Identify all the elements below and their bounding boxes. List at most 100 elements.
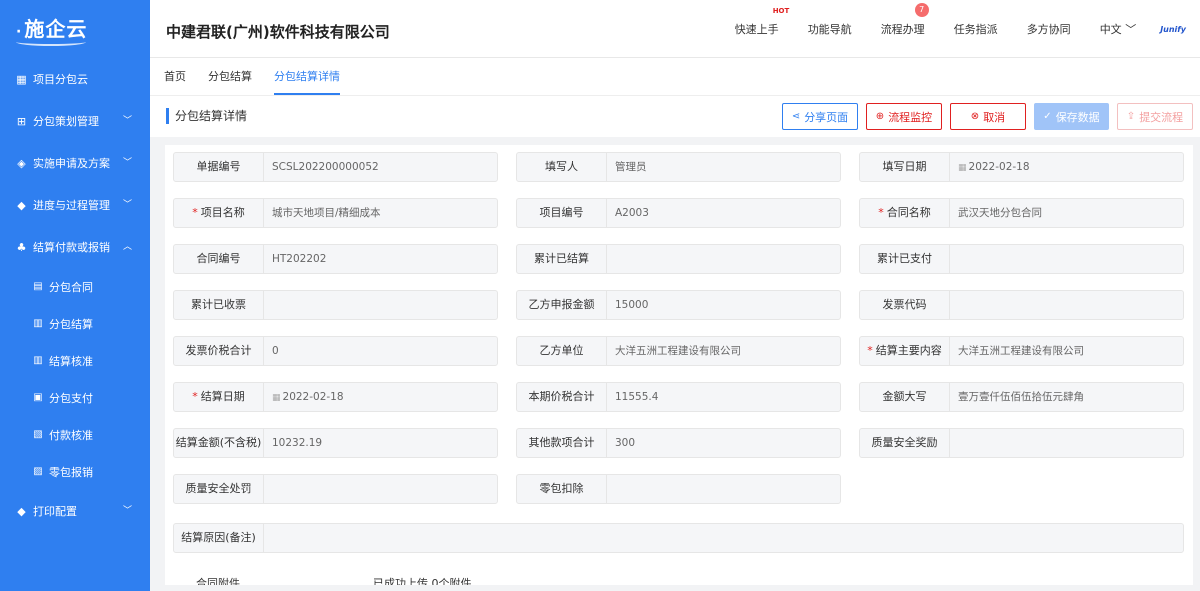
form-field[interactable]: * 合同名称 武汉天地分包合同 <box>859 198 1184 228</box>
logo-text: 施企云 <box>24 16 88 41</box>
org-icon: ♣ <box>16 240 27 254</box>
sidebar-subitem-4[interactable]: ▧ 付款核准 <box>0 416 150 453</box>
upload-icon: ⇪ <box>1126 111 1136 122</box>
quick-start-link[interactable]: 快速上手 HOT <box>735 7 790 37</box>
field-label: 发票代码 <box>860 291 950 319</box>
hot-badge: HOT <box>772 7 790 15</box>
sidebar-item-2[interactable]: ◈ 实施申请及方案 ﹀ <box>0 142 150 184</box>
form-field[interactable]: 乙方单位 大洋五洲工程建设有限公司 <box>516 336 841 366</box>
field-label: 填写日期 <box>860 153 950 181</box>
field-value: 0 <box>272 345 279 357</box>
form-field[interactable]: 结算金额(不含税) 10232.19 <box>173 428 498 458</box>
monitor-button[interactable]: ⊕ 流程监控 <box>866 103 942 130</box>
required-mark: * <box>867 344 873 357</box>
form-field[interactable]: 本期价税合计 11555.4 <box>516 382 841 412</box>
form-field[interactable]: * 结算主要内容 大洋五洲工程建设有限公司 <box>859 336 1184 366</box>
calendar-icon: ▦ <box>958 163 967 173</box>
sidebar-subitem-1[interactable]: ▥ 分包结算 <box>0 305 150 342</box>
field-label: 金额大写 <box>860 383 950 411</box>
form-field[interactable]: 填写人 管理员 <box>516 152 841 182</box>
chevron-icon: ︿ <box>122 242 132 252</box>
form-panel: 单据编号 SCSL202200000052 填写人 管理员 填写日期 ▦ 2022-02-1… <box>165 145 1193 585</box>
form-field[interactable]: 金额大写 壹万壹仟伍佰伍拾伍元肆角 <box>859 382 1184 412</box>
field-value: SCSL202200000052 <box>272 161 379 173</box>
sidebar-subitem-label: 分包支付 <box>49 391 93 405</box>
check-circle-icon: ✓ <box>1043 111 1052 122</box>
sidebar-subitem-0[interactable]: ▤ 分包合同 <box>0 268 150 305</box>
sidebar-subitem-label: 分包合同 <box>49 280 93 294</box>
form-field[interactable]: 单据编号 SCSL202200000052 <box>173 152 498 182</box>
form-field[interactable]: 质量安全奖励 <box>859 428 1184 458</box>
sidebar-item-3[interactable]: ◆ 进度与过程管理 ﹀ <box>0 184 150 226</box>
language-select[interactable]: 中文 ﹀ <box>1100 21 1137 37</box>
task-link[interactable]: 任务指派 <box>954 21 998 37</box>
layers-icon: ◆ <box>17 504 26 518</box>
field-label: 填写人 <box>517 153 607 181</box>
close-circle-icon: ⊗ <box>970 111 980 122</box>
sidebar-subitem-5[interactable]: ▨ 零包报销 <box>0 453 150 490</box>
sidebar-subitem-3[interactable]: ▣ 分包支付 <box>0 379 150 416</box>
pay-icon: ▣ <box>33 392 43 403</box>
form-row: * 结算日期 ▦ 2022-02-18 本期价税合计 11555.4 金额大写 壹万壹仟伍佰伍… <box>173 382 1193 412</box>
doc-icon: ▤ <box>33 281 43 292</box>
form-field[interactable]: * 项目名称 城市天地项目/精细成本 <box>173 198 498 228</box>
tab-settlement[interactable]: 分包结算 <box>208 58 252 95</box>
target-icon: ⊕ <box>875 111 885 122</box>
form-field[interactable]: 累计已支付 <box>859 244 1184 274</box>
form-field[interactable]: 项目编号 A2003 <box>516 198 841 228</box>
sidebar-item-label: 打印配置 <box>33 505 77 518</box>
form-field[interactable]: 零包扣除 <box>516 474 841 504</box>
company-name: 中建君联(广州)软件科技有限公司 <box>166 23 390 41</box>
field-value: 壹万壹仟伍佰伍拾伍元肆角 <box>958 391 1084 403</box>
form-field[interactable]: 发票代码 <box>859 290 1184 320</box>
field-label: * 项目名称 <box>174 199 264 227</box>
sidebar-item-label: 实施申请及方案 <box>33 157 110 170</box>
grid-icon: ▦ <box>16 72 27 86</box>
form-field[interactable]: 质量安全处罚 <box>173 474 498 504</box>
field-label: * 结算主要内容 <box>860 337 950 365</box>
func-nav-link[interactable]: 功能导航 <box>808 21 852 37</box>
stack-icon: ▥ <box>33 355 43 366</box>
tab-bar: 首页 分包结算 分包结算详情 <box>150 58 1200 95</box>
tab-home[interactable]: 首页 <box>164 58 186 95</box>
share-button[interactable]: ⋖ 分享页面 <box>782 103 858 130</box>
field-label: 发票价税合计 <box>174 337 264 365</box>
form-field[interactable]: * 结算日期 ▦ 2022-02-18 <box>173 382 498 412</box>
attach-status: 已成功上传 0个附件 <box>373 577 472 585</box>
field-value: ▦ 2022-02-18 <box>958 161 1030 173</box>
flow-link[interactable]: 流程办理 7 <box>881 3 929 37</box>
sidebar-item-label: 结算付款或报销 <box>33 241 110 254</box>
form-field[interactable]: 累计已收票 <box>173 290 498 320</box>
save-button[interactable]: ✓ 保存数据 <box>1034 103 1109 130</box>
form-field[interactable]: 填写日期 ▦ 2022-02-18 <box>859 152 1184 182</box>
sidebar-item-4[interactable]: ♣ 结算付款或报销 ︿ <box>0 226 150 268</box>
field-label: 其他款项合计 <box>517 429 607 457</box>
sidebar-subitem-label: 分包结算 <box>49 317 93 331</box>
field-value <box>950 429 1183 457</box>
field-label: * 结算日期 <box>174 383 264 411</box>
submit-button[interactable]: ⇪ 提交流程 <box>1117 103 1193 130</box>
cancel-button[interactable]: ⊗ 取消 <box>950 103 1026 130</box>
sidebar-item-label: 分包策划管理 <box>33 115 99 128</box>
tab-settlement-detail[interactable]: 分包结算详情 <box>274 58 340 95</box>
sidebar-item-0[interactable]: ▦ 项目分包云 <box>0 58 150 100</box>
collab-link[interactable]: 多方协同 <box>1027 21 1071 37</box>
form-field[interactable]: 累计已结算 <box>516 244 841 274</box>
field-label: 累计已收票 <box>174 291 264 319</box>
form-row-remark: 结算原因(备注) <box>173 523 1193 553</box>
sidebar-subitem-2[interactable]: ▥ 结算核准 <box>0 342 150 379</box>
sidebar-item-1[interactable]: ⊞ 分包策划管理 ﹀ <box>0 100 150 142</box>
form-row: 结算金额(不含税) 10232.19 其他款项合计 300 质量安全奖励 <box>173 428 1193 458</box>
form-field[interactable]: 其他款项合计 300 <box>516 428 841 458</box>
sidebar-item-print[interactable]: ◆ 打印配置 ﹀ <box>0 490 150 532</box>
field-value: HT202202 <box>272 253 327 265</box>
form-field[interactable]: 发票价税合计 0 <box>173 336 498 366</box>
form-field[interactable]: 合同编号 HT202202 <box>173 244 498 274</box>
field-value: 城市天地项目/精细成本 <box>272 207 381 219</box>
form-field[interactable]: 乙方申报金额 15000 <box>516 290 841 320</box>
required-mark: * <box>192 390 198 403</box>
field-value <box>264 475 497 503</box>
remark-field[interactable]: 结算原因(备注) <box>173 523 1184 553</box>
field-value <box>607 475 840 503</box>
sidebar-subitem-label: 结算核准 <box>49 354 93 368</box>
